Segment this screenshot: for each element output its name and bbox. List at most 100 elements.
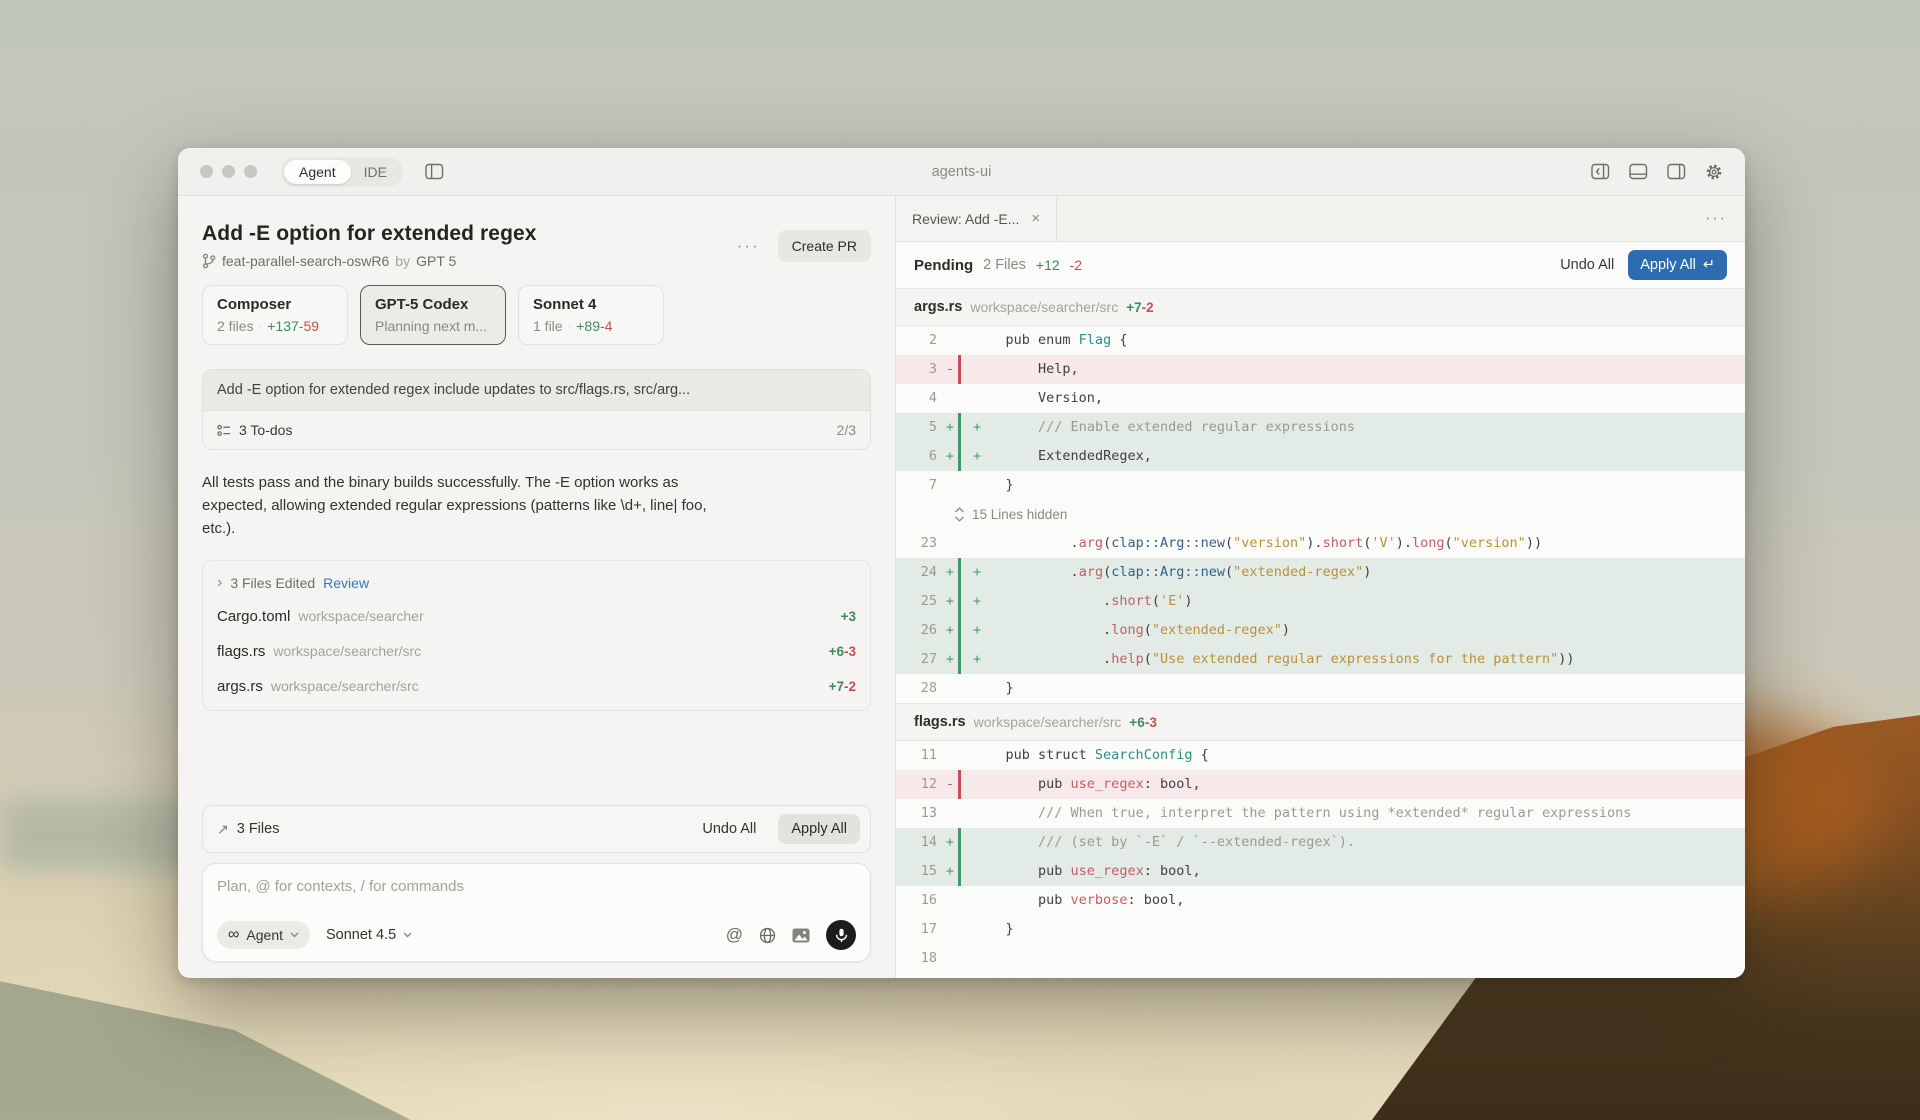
code-text: pub struct SearchConfig {	[961, 741, 1745, 770]
image-icon[interactable]	[792, 928, 810, 943]
agent-card[interactable]: Composer 2 files·+137-59	[202, 285, 348, 345]
minimize-window-button[interactable]	[222, 165, 235, 178]
line-change-marker	[942, 326, 958, 355]
model-dropdown[interactable]: Sonnet 4.5	[326, 927, 412, 943]
apply-all-label: Apply All	[1640, 257, 1696, 273]
code-token: /// Enable extended regular expressions	[1038, 419, 1355, 435]
code-token: "version"	[1453, 535, 1526, 551]
apply-all-button[interactable]: Apply All	[778, 814, 860, 844]
code-token: (	[1152, 593, 1160, 609]
code-token: .	[981, 564, 1079, 580]
review-link[interactable]: Review	[323, 575, 369, 591]
agent-card-name: Composer	[217, 296, 333, 313]
line-change-marker	[942, 384, 958, 413]
review-undo-all-button[interactable]: Undo All	[1560, 257, 1614, 273]
line-number: 3	[896, 355, 942, 384]
code-text: + /// Enable extended regular expression…	[961, 413, 1745, 442]
chevron-down-icon	[290, 932, 299, 938]
close-tab-icon[interactable]: ×	[1031, 210, 1040, 227]
branch-name[interactable]: feat-parallel-search-oswR6	[222, 253, 389, 269]
collapse-panel-icon[interactable]	[1591, 163, 1610, 180]
files-edited-header[interactable]: › 3 Files Edited Review	[203, 565, 870, 599]
unfold-icon	[954, 507, 965, 522]
agent-cards: Composer 2 files·+137-59 GPT-5 CodexPlanni…	[202, 285, 871, 345]
edited-file-row[interactable]: flags.rsworkspace/searcher/src+6-3	[203, 634, 870, 669]
line-number: 17	[896, 915, 942, 944]
line-number: 11	[896, 741, 942, 770]
diff-file-name: flags.rs	[914, 714, 966, 730]
code-token	[981, 448, 1038, 464]
edited-file-row[interactable]: Cargo.tomlworkspace/searcher+3	[203, 599, 870, 634]
code-token: (	[1103, 564, 1111, 580]
diff-count: -2	[1142, 300, 1154, 315]
diff-file-header[interactable]: args.rsworkspace/searcher/src+7-2	[896, 288, 1745, 326]
code-token: : bool,	[1144, 776, 1201, 792]
chevron-down-icon	[403, 932, 412, 938]
review-apply-all-button[interactable]: Apply All ↵	[1628, 250, 1727, 280]
sidebar-toggle-icon[interactable]	[425, 163, 444, 180]
changes-footer-bar: ↗ 3 Files Undo All Apply All	[202, 805, 871, 853]
mention-icon[interactable]: @	[726, 925, 743, 945]
code-text: + .long("extended-regex")	[961, 616, 1745, 645]
maximize-window-button[interactable]	[244, 165, 257, 178]
code-token: }	[973, 921, 1014, 937]
composer-input[interactable]	[217, 878, 856, 895]
tab-agent[interactable]: Agent	[284, 160, 351, 184]
code-text: /// (set by `-E` / `--extended-regex`).	[961, 828, 1745, 857]
diff-area[interactable]: args.rsworkspace/searcher/src+7-22 pub e…	[896, 288, 1745, 978]
settings-gear-icon[interactable]	[1705, 163, 1723, 181]
diff-count: -2	[844, 679, 856, 694]
pending-label: Pending	[914, 257, 973, 274]
code-token: 'V'	[1371, 535, 1395, 551]
review-pane: Review: Add -E... × ··· Pending 2 Files …	[895, 196, 1745, 978]
diff-file-header[interactable]: flags.rsworkspace/searcher/src+6-3	[896, 703, 1745, 741]
tab-ide[interactable]: IDE	[351, 160, 400, 184]
code-text: .arg(clap::Arg::new("version").short('V'…	[961, 529, 1745, 558]
line-number: 4	[896, 384, 942, 413]
edited-file-row[interactable]: args.rsworkspace/searcher/src+7-2	[203, 669, 870, 704]
infinity-icon: ∞	[228, 929, 239, 941]
hidden-lines-expander[interactable]: 15 Lines hidden	[896, 500, 1745, 529]
line-change-marker: +	[942, 645, 958, 674]
code-text: + ExtendedRegex,	[961, 442, 1745, 471]
globe-icon[interactable]	[759, 927, 776, 944]
diff-line: 5++ /// Enable extended regular expressi…	[896, 413, 1745, 442]
tab-bar-more-icon[interactable]: ···	[1705, 210, 1727, 228]
review-tab[interactable]: Review: Add -E... ×	[896, 196, 1057, 241]
code-token: verbose	[1071, 892, 1128, 908]
agent-card[interactable]: Sonnet 41 file·+89-4	[518, 285, 664, 345]
edited-file-path: workspace/searcher/src	[271, 678, 821, 694]
code-token: "extended-regex"	[1233, 564, 1363, 580]
undo-all-button[interactable]: Undo All	[702, 821, 756, 837]
right-panel-icon[interactable]	[1667, 163, 1686, 180]
code-token: SearchConfig	[1095, 747, 1193, 763]
code-token	[981, 419, 1038, 435]
pending-deletions: -2	[1070, 257, 1082, 273]
microphone-button[interactable]	[826, 920, 856, 950]
code-token: ).	[1396, 535, 1412, 551]
code-token: )	[1282, 622, 1290, 638]
code-token: +	[973, 448, 981, 464]
diff-line: 17 }	[896, 915, 1745, 944]
agent-mode-dropdown[interactable]: ∞ Agent	[217, 921, 310, 949]
create-pr-button[interactable]: Create PR	[778, 230, 871, 262]
todos-row[interactable]: 3 To-dos 2/3	[203, 411, 870, 449]
agent-card-meta-item: ·	[259, 320, 263, 332]
line-number: 13	[896, 799, 942, 828]
files-count-label[interactable]: 3 Files	[237, 821, 695, 837]
files-edited-rows: Cargo.tomlworkspace/searcher+3flags.rswo…	[203, 599, 870, 704]
code-text: Version,	[961, 384, 1745, 413]
line-number: 2	[896, 326, 942, 355]
bottom-panel-icon[interactable]	[1629, 163, 1648, 180]
agent-card-meta: 2 files·+137-59	[217, 318, 333, 334]
code-token: ExtendedRegex,	[1038, 448, 1152, 464]
code-token: +	[973, 593, 981, 609]
diff-count: +7	[1126, 300, 1141, 315]
more-options-icon[interactable]: ···	[737, 236, 760, 256]
diff-line: 6++ ExtendedRegex,	[896, 442, 1745, 471]
diff-file-counts: +7-2	[1126, 300, 1153, 315]
agent-card[interactable]: GPT-5 CodexPlanning next m...	[360, 285, 506, 345]
close-window-button[interactable]	[200, 165, 213, 178]
line-number: 18	[896, 944, 942, 973]
diff-line: 7 }	[896, 471, 1745, 500]
